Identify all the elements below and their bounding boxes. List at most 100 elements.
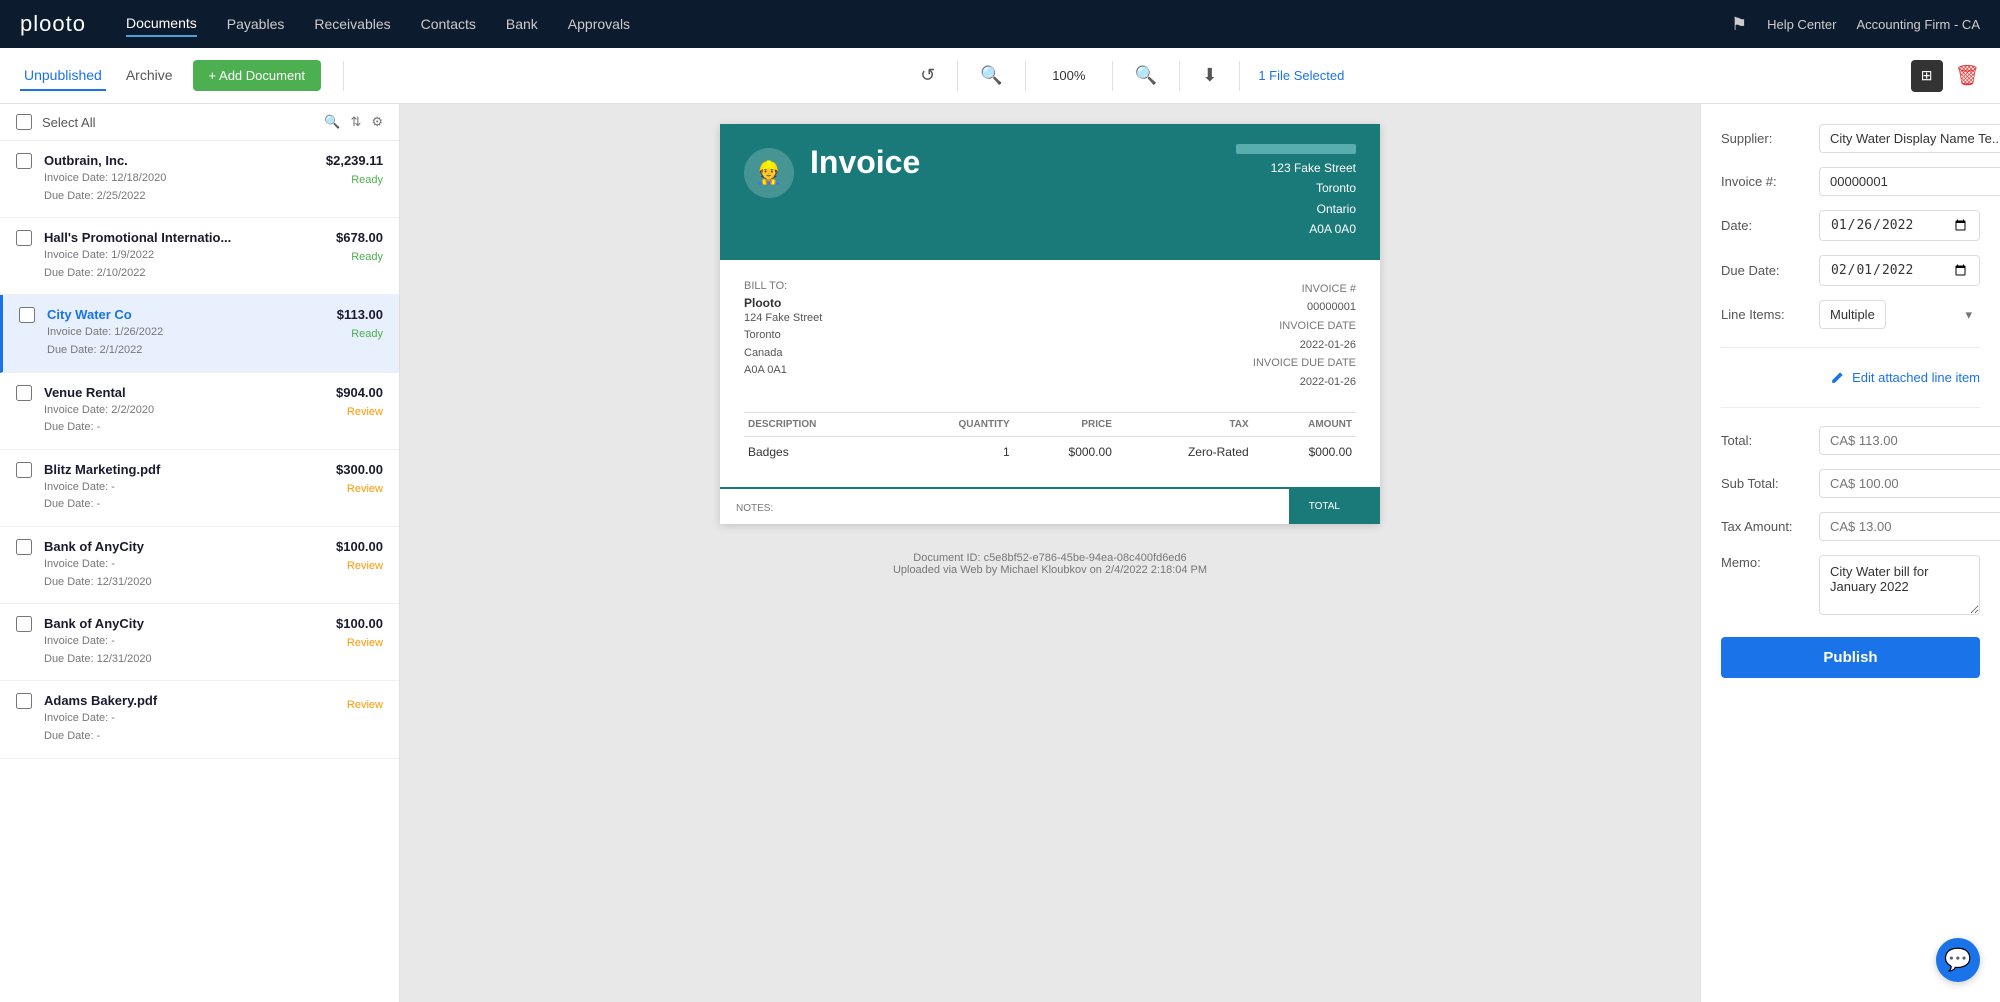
- item-content: Venue Rental Invoice Date: 2/2/2020Due D…: [44, 385, 324, 437]
- main-layout: Select All 🔍 ⇅ ⚙ Outbrain, Inc. Invoice …: [0, 104, 2000, 1002]
- row-amount: $000.00: [1253, 436, 1356, 467]
- nav-approvals[interactable]: Approvals: [568, 12, 630, 36]
- item-name: Bank of AnyCity: [44, 539, 324, 554]
- list-item[interactable]: Hall's Promotional Internatio... Invoice…: [0, 218, 399, 295]
- invoice-bill-to: BILL TO: Plooto 124 Fake Street Toronto …: [744, 280, 822, 392]
- right-panel: Supplier: City Water Display Name Te... …: [1700, 104, 2000, 1002]
- item-checkbox[interactable]: [19, 307, 35, 323]
- col-price: PRICE: [1014, 412, 1116, 436]
- item-date: Invoice Date: -Due Date: -: [44, 479, 324, 514]
- list-item[interactable]: Adams Bakery.pdf Invoice Date: -Due Date…: [0, 681, 399, 758]
- separator-3: [1025, 61, 1026, 91]
- item-content: City Water Co Invoice Date: 1/26/2022Due…: [47, 307, 325, 359]
- item-checkbox[interactable]: [16, 693, 32, 709]
- invoice-city: Toronto: [1316, 181, 1356, 195]
- item-right: Review: [347, 693, 383, 711]
- help-center-link[interactable]: Help Center: [1767, 17, 1836, 32]
- nav-contacts[interactable]: Contacts: [421, 12, 476, 36]
- select-all-checkbox[interactable]: [16, 114, 32, 130]
- item-content: Bank of AnyCity Invoice Date: -Due Date:…: [44, 616, 324, 668]
- bill-to-name: Plooto: [744, 296, 822, 310]
- invoice-header: 👷 Invoice 123 Fake Street Toronto Ontari…: [720, 124, 1380, 260]
- edit-line-item-button[interactable]: Edit attached line item: [1830, 366, 1980, 389]
- publish-button[interactable]: Publish: [1721, 637, 1980, 678]
- bill-to-address: 124 Fake Street Toronto Canada A0A 0A1: [744, 310, 822, 380]
- item-name: City Water Co: [47, 307, 325, 322]
- invoice-due-label: INVOICE DUE DATE: [1253, 357, 1356, 369]
- invoice-numbers: INVOICE # 00000001 INVOICE DATE 2022-01-…: [1253, 280, 1356, 392]
- item-date: Invoice Date: -Due Date: 12/31/2020: [44, 556, 324, 591]
- item-checkbox[interactable]: [16, 385, 32, 401]
- due-date-input[interactable]: [1819, 255, 1980, 286]
- item-checkbox[interactable]: [16, 153, 32, 169]
- select-all-label: Select All: [42, 115, 95, 130]
- tab-unpublished[interactable]: Unpublished: [20, 61, 106, 91]
- invoice-footer: NOTES: TOTAL: [720, 487, 1380, 524]
- item-name: Blitz Marketing.pdf: [44, 462, 324, 477]
- list-item[interactable]: Outbrain, Inc. Invoice Date: 12/18/2020D…: [0, 141, 399, 218]
- supplier-label: Supplier:: [1721, 131, 1811, 146]
- nav-bank[interactable]: Bank: [506, 12, 538, 36]
- notes-label: NOTES:: [736, 503, 773, 514]
- nav-payables[interactable]: Payables: [227, 12, 285, 36]
- sort-icon[interactable]: ⇅: [350, 114, 361, 130]
- nav-documents[interactable]: Documents: [126, 11, 197, 37]
- refresh-button[interactable]: ↺: [916, 61, 939, 90]
- toolbar: Unpublished Archive + Add Document ↺ 🔍 1…: [0, 48, 2000, 104]
- supplier-name-blurred: [1236, 144, 1356, 154]
- firm-name[interactable]: Accounting Firm - CA: [1856, 17, 1980, 32]
- download-button[interactable]: ⬇: [1198, 61, 1221, 90]
- col-amount: AMOUNT: [1253, 412, 1356, 436]
- zoom-level: 100%: [1044, 68, 1094, 83]
- item-checkbox[interactable]: [16, 539, 32, 555]
- status-badge: Review: [347, 637, 383, 649]
- invoice-num-label: INVOICE #: [1302, 283, 1356, 295]
- date-input[interactable]: [1819, 210, 1980, 241]
- separator-2: [957, 61, 958, 91]
- invoice-num-input[interactable]: [1819, 167, 2000, 196]
- nav-receivables[interactable]: Receivables: [314, 12, 390, 36]
- list-item[interactable]: Blitz Marketing.pdf Invoice Date: -Due D…: [0, 450, 399, 527]
- tax-input[interactable]: [1819, 512, 2000, 541]
- supplier-select[interactable]: City Water Display Name Te...: [1819, 124, 2000, 153]
- item-date: Invoice Date: 1/9/2022Due Date: 2/10/202…: [44, 247, 324, 282]
- invoice-postal: A0A 0A0: [1309, 222, 1356, 236]
- memo-textarea[interactable]: City Water bill for January 2022: [1819, 555, 1980, 615]
- item-name: Outbrain, Inc.: [44, 153, 314, 168]
- delete-button[interactable]: 🗑: [1955, 63, 1980, 88]
- item-checkbox[interactable]: [16, 230, 32, 246]
- item-amount: $904.00: [336, 385, 383, 400]
- item-name: Hall's Promotional Internatio...: [44, 230, 324, 245]
- status-badge: Review: [347, 560, 383, 572]
- row-quantity: 1: [896, 436, 1014, 467]
- memo-label: Memo:: [1721, 555, 1811, 570]
- add-document-button[interactable]: + Add Document: [193, 60, 321, 91]
- flag-icon: ⚑: [1731, 14, 1747, 35]
- document-id: Document ID: c5e8bf52-e786-45be-94ea-08c…: [893, 552, 1207, 576]
- tab-archive[interactable]: Archive: [122, 61, 177, 91]
- item-checkbox[interactable]: [16, 616, 32, 632]
- subtotal-input[interactable]: [1819, 469, 2000, 498]
- zoom-out-button[interactable]: 🔍: [976, 61, 1006, 90]
- filter-icon[interactable]: ⚙: [371, 114, 383, 130]
- divider: [1721, 347, 1980, 348]
- item-amount: $100.00: [336, 616, 383, 631]
- subtotal-label: Sub Total:: [1721, 476, 1811, 491]
- list-item[interactable]: Venue Rental Invoice Date: 2/2/2020Due D…: [0, 373, 399, 450]
- item-right: $2,239.11 Ready: [326, 153, 383, 186]
- list-item[interactable]: Bank of AnyCity Invoice Date: -Due Date:…: [0, 527, 399, 604]
- invoice-num-label: Invoice #:: [1721, 174, 1811, 189]
- search-icon[interactable]: 🔍: [324, 114, 340, 130]
- item-checkbox[interactable]: [16, 462, 32, 478]
- chat-button[interactable]: 💬: [1936, 938, 1980, 982]
- tax-row: Tax Amount:: [1721, 512, 1980, 541]
- row-tax: Zero-Rated: [1116, 436, 1253, 467]
- grid-view-button[interactable]: ⊞: [1911, 60, 1943, 92]
- line-items-select[interactable]: Multiple: [1819, 300, 1886, 329]
- zoom-in-button[interactable]: 🔍: [1131, 61, 1161, 90]
- supplier-select-wrapper: City Water Display Name Te...: [1819, 124, 2000, 153]
- list-item[interactable]: Bank of AnyCity Invoice Date: -Due Date:…: [0, 604, 399, 681]
- invoice-meta: BILL TO: Plooto 124 Fake Street Toronto …: [744, 280, 1356, 392]
- total-input[interactable]: [1819, 426, 2000, 455]
- list-item-selected[interactable]: City Water Co Invoice Date: 1/26/2022Due…: [0, 295, 399, 372]
